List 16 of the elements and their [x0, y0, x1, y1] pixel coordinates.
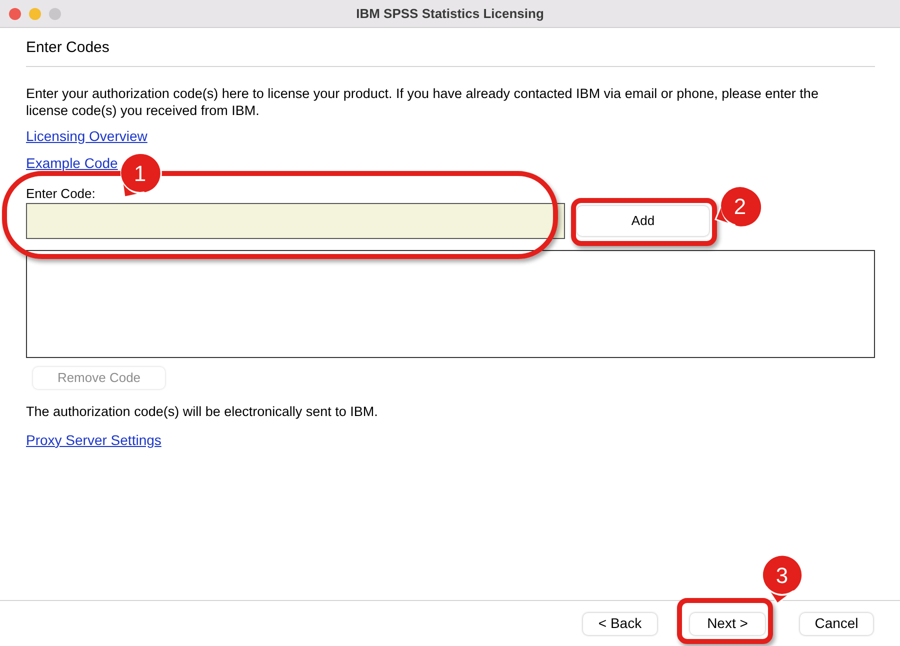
window-title: IBM SPSS Statistics Licensing [356, 4, 544, 23]
link[interactable]: Licensing Overview [26, 127, 148, 145]
intro-text: Enter your authorization code(s) here to license your product. If you have already contacted IBM via email or phone, please enter the license code(s) you received from IBM. [26, 85, 820, 119]
link[interactable]: Example Code [26, 154, 118, 172]
field-label: Enter Code: [26, 186, 96, 201]
code-input[interactable] [26, 203, 565, 239]
link[interactable]: Proxy Server Settings [26, 431, 162, 449]
footer-button[interactable]: < Back [583, 612, 657, 634]
note-text: The authorization code(s) will be electronically sent to IBM. [26, 403, 379, 420]
footer-button[interactable]: Cancel [800, 612, 873, 634]
page-heading: Enter Codes [26, 39, 110, 57]
code-list[interactable] [26, 250, 875, 358]
minimize-icon[interactable] [29, 8, 41, 20]
add-button[interactable]: Add [577, 206, 709, 236]
footer-button[interactable]: Next > [690, 612, 765, 634]
close-icon[interactable] [9, 8, 21, 20]
